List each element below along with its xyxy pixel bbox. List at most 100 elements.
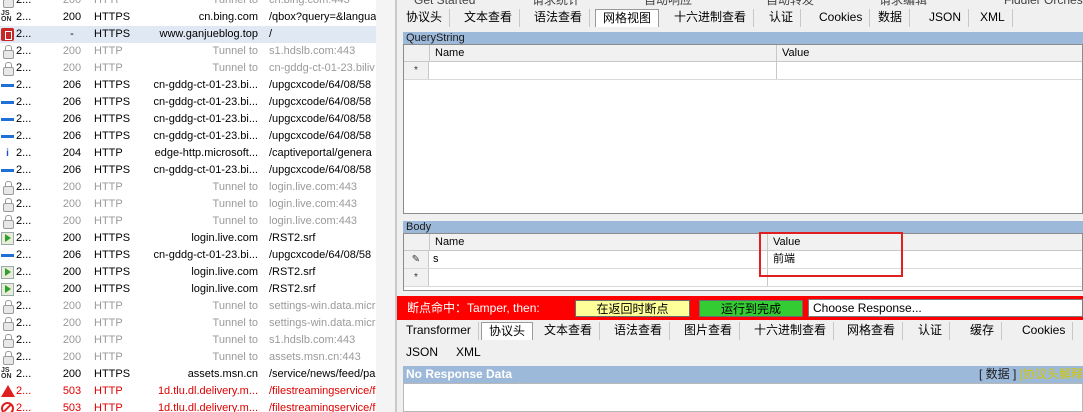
session-url: /qbox?query=&langua: [269, 11, 376, 23]
session-result: 200: [62, 198, 82, 210]
querystring-grid[interactable]: Name Value *: [403, 44, 1083, 214]
session-result: 200: [62, 62, 82, 74]
body-cell-name[interactable]: s: [430, 251, 439, 268]
session-row[interactable]: 2... 200 HTTP Tunnel to login.live.com:443: [0, 196, 376, 213]
choose-response-dropdown[interactable]: Choose Response...: [808, 299, 1083, 317]
req-tab-webforms[interactable]: 网格视图: [595, 9, 660, 27]
session-row[interactable]: 2... 200 HTTP Tunnel to settings-win.data.mi…: [0, 315, 376, 332]
arrow-icon: [1, 266, 14, 279]
session-row[interactable]: i 2... 204 HTTP edge-http.microsoft... /capti…: [0, 145, 376, 162]
session-host: Tunnel to: [212, 300, 258, 312]
querystring-col-value[interactable]: Value: [776, 45, 1082, 61]
response-headers-link[interactable]: [协议头解释: [1020, 367, 1083, 381]
run-to-completion-button[interactable]: 运行到完成: [699, 300, 803, 317]
session-number: 2...: [16, 300, 32, 312]
resp-tab-transformer[interactable]: Transformer: [399, 322, 479, 340]
session-row[interactable]: 2... - HTTPS www.ganjueblog.top /: [0, 26, 376, 43]
req-tab-auth[interactable]: 认证: [762, 9, 802, 27]
session-host: cn-gddg-ct-01-23.bi...: [153, 113, 258, 125]
resp-tab-hexview[interactable]: 十六进制查看: [747, 322, 835, 340]
session-list[interactable]: 2... 200 HTTP Tunnel to cn.bing.com:443 JS ON 2…: [0, 0, 376, 412]
session-row[interactable]: 2... 200 HTTP Tunnel to login.live.com:443: [0, 213, 376, 230]
req-tab-hexview[interactable]: 十六进制查看: [667, 9, 755, 27]
session-url: cn.bing.com:443: [269, 0, 350, 6]
resp-tab-headers[interactable]: 协议头: [481, 322, 534, 340]
resp-tab-json[interactable]: JSON: [399, 344, 445, 362]
session-number: 2...: [16, 113, 32, 125]
session-protocol: HTTPS: [94, 11, 131, 23]
session-url: login.live.com:443: [269, 215, 358, 227]
resp-tab-cookies[interactable]: Cookies: [1015, 322, 1074, 340]
session-url: settings-win.data.micr: [269, 300, 376, 312]
row-marker: *: [404, 269, 429, 286]
session-number: 2...: [16, 402, 32, 412]
block-icon: [1, 402, 14, 412]
session-row[interactable]: 2... 200 HTTP Tunnel to settings-win.data.mi…: [0, 298, 376, 315]
session-url: /RST2.srf: [269, 266, 316, 278]
session-row[interactable]: 2... 206 HTTPS cn-gddg-ct-01-23.bi... /upgcx…: [0, 94, 376, 111]
session-row[interactable]: 2... 200 HTTP Tunnel to s1.hdslb.com:443: [0, 332, 376, 349]
resp-tab-webview[interactable]: 网格查看: [840, 322, 904, 340]
response-data-link[interactable]: [ 数据 ]: [979, 367, 1016, 381]
session-row[interactable]: 2... 200 HTTP Tunnel to login.live.com:443: [0, 179, 376, 196]
session-row[interactable]: JS ON 2... 200 HTTPS cn.bing.com/qbox?query=&…: [0, 9, 376, 26]
resp-tab-xml[interactable]: XML: [449, 344, 488, 362]
session-row[interactable]: 2... 200 HTTP Tunnel to s1.hdslb.com:443: [0, 43, 376, 60]
req-tab-xml[interactable]: XML: [973, 9, 1013, 27]
session-host: Tunnel to: [212, 0, 258, 6]
session-protocol: HTTPS: [94, 113, 131, 125]
session-host: Tunnel to: [212, 45, 258, 57]
session-protocol: HTTP: [94, 385, 123, 397]
session-url: /RST2.srf: [269, 283, 316, 295]
session-number: 2...: [16, 62, 32, 74]
session-result: 200: [62, 283, 82, 295]
session-number: 2...: [16, 266, 32, 278]
querystring-new-row[interactable]: *: [404, 62, 1082, 80]
session-host: login.live.com: [191, 283, 258, 295]
body-grid[interactable]: Name Value ✎ s 前端 *: [403, 233, 1083, 291]
querystring-col-name[interactable]: Name: [429, 45, 770, 61]
resp-tab-textview[interactable]: 文本查看: [537, 322, 601, 340]
break-on-response-button[interactable]: 在返回时断点: [575, 300, 690, 317]
session-number: 2...: [16, 317, 32, 329]
req-tab-cookies[interactable]: Cookies: [812, 9, 871, 27]
session-row[interactable]: 2... 200 HTTPS login.live.com/RST2.srf: [0, 264, 376, 281]
session-row[interactable]: 2... 200 HTTPS login.live.com/RST2.srf: [0, 281, 376, 298]
resp-tab-auth[interactable]: 认证: [911, 322, 951, 340]
session-result: 206: [62, 130, 82, 142]
session-row[interactable]: 2... 200 HTTPS login.live.com/RST2.srf: [0, 230, 376, 247]
session-row[interactable]: 2... 206 HTTPS cn-gddg-ct-01-23.bi... /upgcx…: [0, 128, 376, 145]
req-tab-json[interactable]: JSON: [922, 9, 970, 27]
body-new-row[interactable]: *: [404, 269, 1082, 287]
session-row[interactable]: 2... 200 HTTP Tunnel to cn.bing.com:443: [0, 0, 376, 9]
session-row[interactable]: 2... 206 HTTPS cn-gddg-ct-01-23.bi... /upgcx…: [0, 77, 376, 94]
response-body[interactable]: [403, 383, 1083, 412]
lock-icon: [3, 317, 14, 331]
session-row[interactable]: 2... 206 HTTPS cn-gddg-ct-01-23.bi... /upgcx…: [0, 247, 376, 264]
session-row[interactable]: 2... 503 HTTP 1d.tlu.dl.delivery.m... /files…: [0, 400, 376, 412]
session-row[interactable]: JS ON 2... 200 HTTPS assets.msn.cn/service/ne…: [0, 366, 376, 383]
session-url: /upgcxcode/64/08/58: [269, 249, 372, 261]
resp-tab-caching[interactable]: 缓存: [963, 322, 1003, 340]
session-host: cn-gddg-ct-01-23.bi...: [153, 96, 258, 108]
resp-tab-imageview[interactable]: 图片查看: [677, 322, 741, 340]
session-url: /: [269, 28, 273, 40]
req-tab-syntax[interactable]: 语法查看: [527, 9, 591, 27]
body-row[interactable]: ✎ s 前端: [404, 251, 1082, 269]
session-row[interactable]: 2... 206 HTTPS cn-gddg-ct-01-23.bi... /upgcx…: [0, 111, 376, 128]
session-row[interactable]: 2... 200 HTTP Tunnel to cn-gddg-ct-01-23.bil…: [0, 60, 376, 77]
session-protocol: HTTP: [94, 0, 123, 6]
body-col-name[interactable]: Name: [429, 234, 770, 250]
session-row[interactable]: 2... 200 HTTP Tunnel to assets.msn.cn:443: [0, 349, 376, 366]
session-url: /upgcxcode/64/08/58: [269, 79, 372, 91]
pane-splitter[interactable]: [376, 0, 397, 412]
req-tab-raw[interactable]: 数据: [871, 9, 911, 27]
session-row[interactable]: 2... 503 HTTP 1d.tlu.dl.delivery.m... /files…: [0, 383, 376, 400]
info-icon: i: [6, 148, 9, 159]
req-tab-headers[interactable]: 协议头: [399, 9, 451, 27]
req-tab-textview[interactable]: 文本查看: [457, 9, 521, 27]
resp-tab-syntax[interactable]: 语法查看: [607, 322, 671, 340]
session-row[interactable]: 2... 206 HTTPS cn-gddg-ct-01-23.bi... /upgcx…: [0, 162, 376, 179]
session-protocol: HTTPS: [94, 79, 131, 91]
arrow-icon: [1, 283, 14, 296]
